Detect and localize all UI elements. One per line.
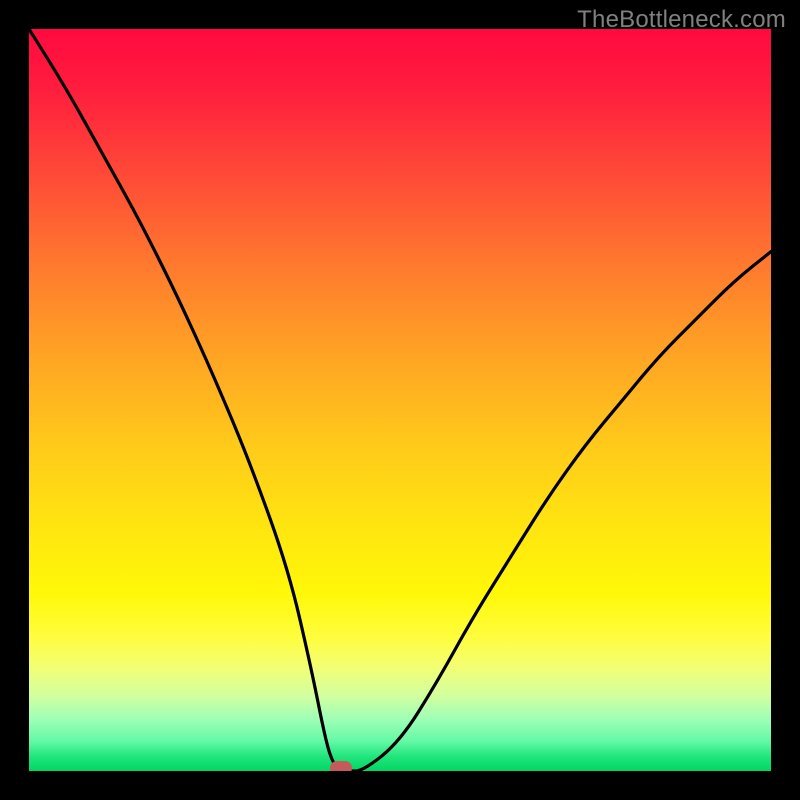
minimum-marker [330,761,352,771]
chart-frame: TheBottleneck.com [0,0,800,800]
watermark-text: TheBottleneck.com [577,6,786,34]
bottleneck-curve [29,29,771,771]
plot-area [29,29,771,771]
